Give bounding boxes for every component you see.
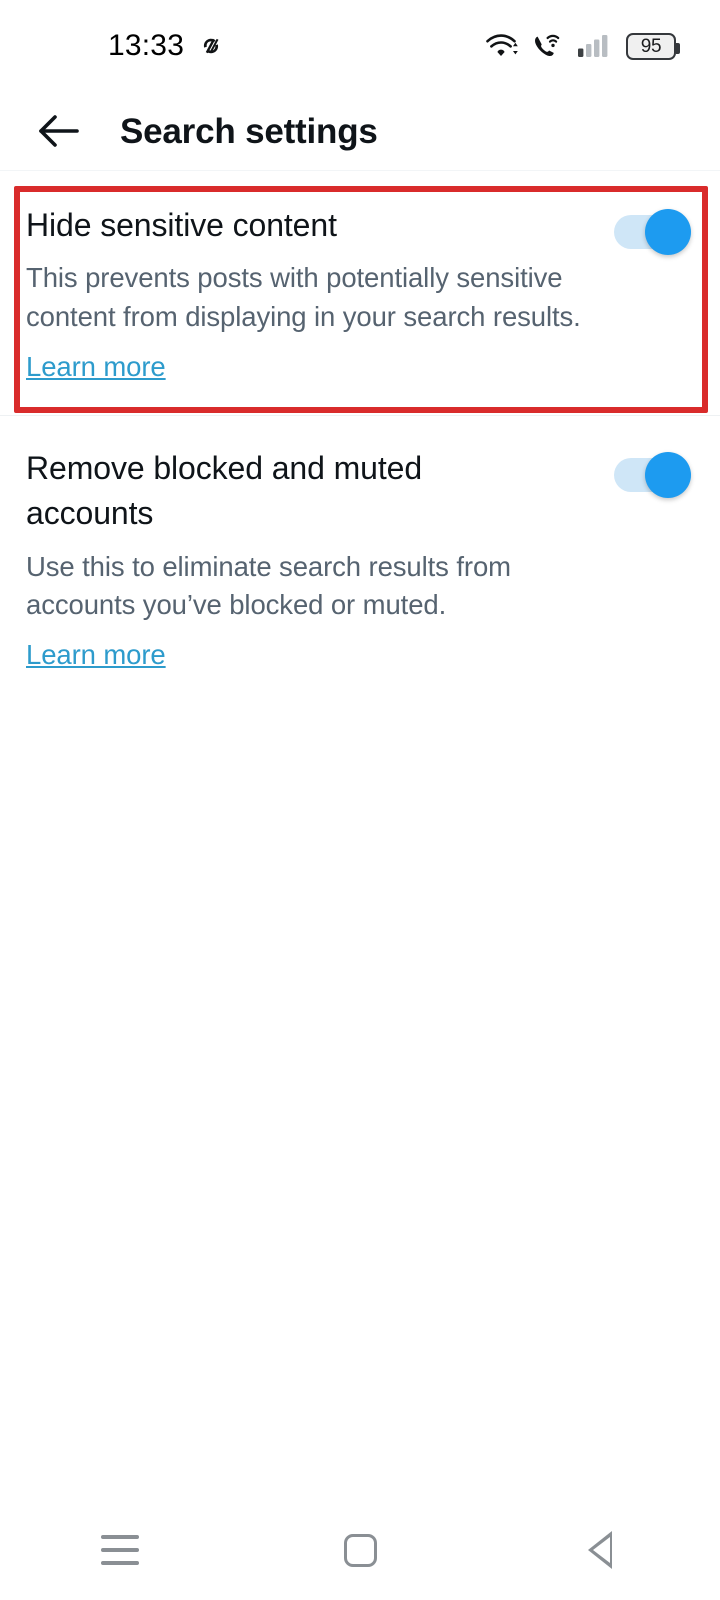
setting-title: Hide sensitive content — [26, 207, 337, 243]
app-header: Search settings — [0, 92, 720, 170]
status-bar: 13:33 95 — [0, 0, 720, 92]
page-title: Search settings — [120, 111, 378, 151]
recents-menu-icon[interactable] — [60, 1510, 180, 1590]
battery-level-text: 95 — [640, 35, 662, 57]
status-clock: 13:33 — [108, 29, 185, 62]
wifi-icon — [486, 34, 518, 56]
learn-more-link[interactable]: Learn more — [26, 636, 166, 673]
back-triangle-icon[interactable] — [540, 1510, 660, 1590]
hide-sensitive-content-toggle[interactable] — [614, 209, 691, 255]
toggle-thumb — [645, 209, 691, 255]
app-notification-icon — [203, 38, 219, 54]
settings-list: Hide sensitive content This prevents pos… — [0, 171, 720, 1600]
toggle-thumb — [645, 452, 691, 498]
setting-row-remove-blocked-muted[interactable]: Remove blocked and muted accounts Use th… — [0, 416, 720, 704]
wifi-calling-icon — [535, 34, 560, 57]
cellular-signal-icon — [578, 35, 608, 57]
back-arrow-icon[interactable] — [30, 102, 88, 160]
status-bar-right: 95 — [485, 32, 680, 60]
remove-blocked-muted-toggle[interactable] — [614, 452, 691, 498]
status-bar-left: 13:33 — [108, 31, 224, 61]
setting-row-hide-sensitive-content[interactable]: Hide sensitive content This prevents pos… — [0, 171, 720, 415]
home-square-icon[interactable] — [300, 1510, 420, 1590]
learn-more-link[interactable]: Learn more — [26, 348, 166, 385]
setting-description: This prevents posts with potentially sen… — [26, 262, 581, 332]
phone-screen: 13:33 95 Search settings Hide sensitive … — [0, 0, 720, 1600]
android-nav-bar — [0, 1500, 720, 1600]
setting-title: Remove blocked and muted accounts — [26, 450, 423, 532]
battery-icon: 95 — [626, 32, 680, 60]
setting-description: Use this to eliminate search results fro… — [26, 550, 511, 621]
